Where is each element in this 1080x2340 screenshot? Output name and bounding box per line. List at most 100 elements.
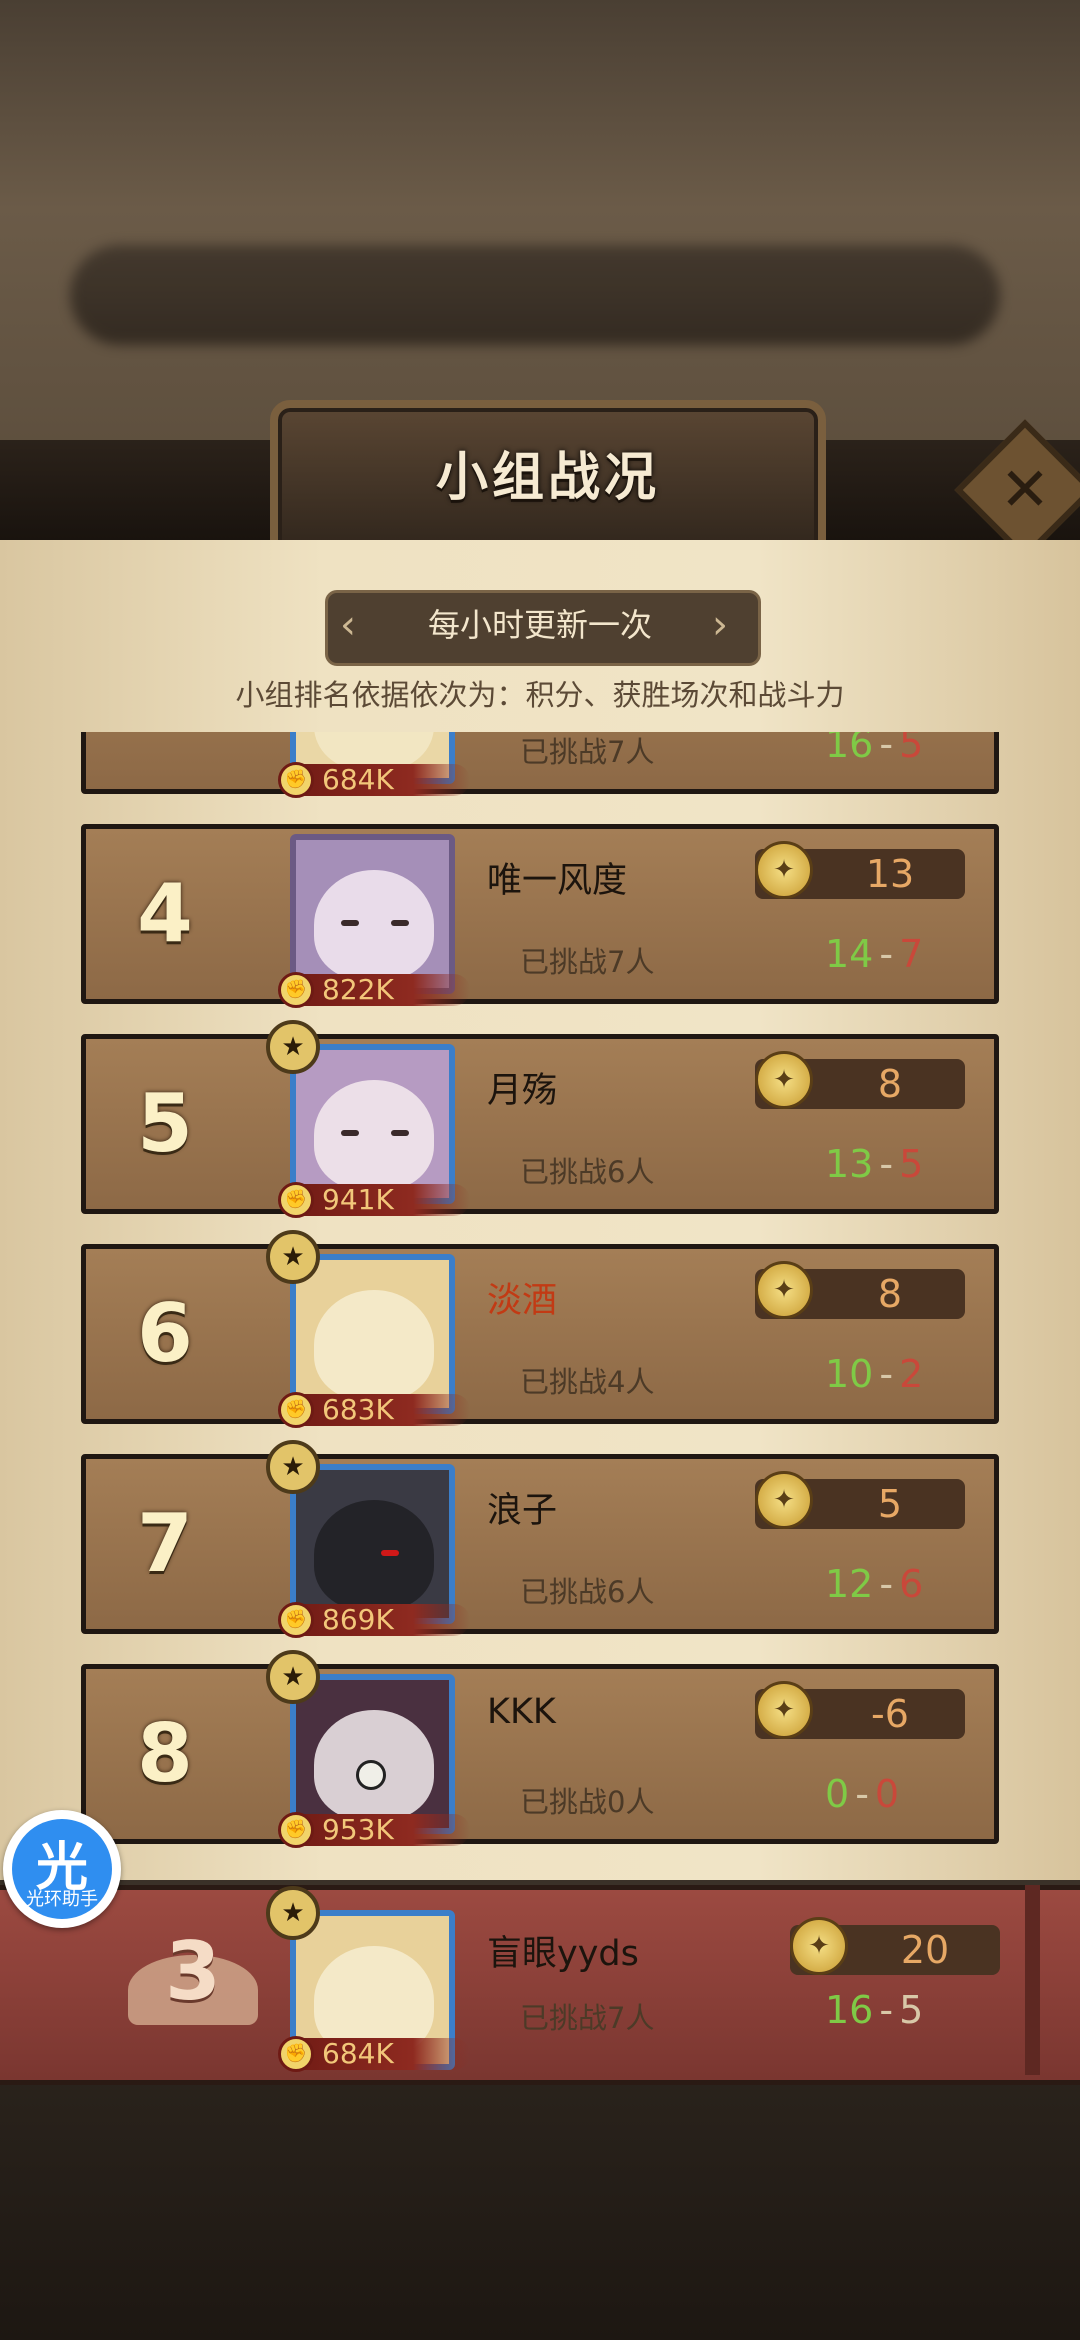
wins: 14 (825, 932, 874, 976)
fist-icon: ✊ (278, 1182, 314, 1218)
fist-icon: ✊ (278, 762, 314, 798)
power-value: 953K (322, 1813, 394, 1846)
separator: - (879, 1142, 894, 1186)
my-row-stripe (1025, 1885, 1040, 2075)
avatar-eye (341, 1130, 359, 1136)
wins: 16 (825, 732, 874, 766)
separator: - (855, 1772, 869, 1816)
player-name: 淡酒 (487, 1281, 558, 1321)
helper-icon[interactable]: 光 光环助手 (12, 1819, 112, 1919)
score-value: 20 (900, 1928, 950, 1972)
floating-helper-button[interactable]: 光 光环助手 (3, 1810, 121, 1928)
medal-icon: ✦ (755, 1471, 813, 1529)
fist-icon: ✊ (278, 1392, 314, 1428)
avatar[interactable] (290, 834, 455, 994)
rank-number: 8 (137, 1707, 193, 1800)
challenged-count: 已挑战6人 (520, 1575, 655, 1609)
avatar-eye (341, 920, 359, 926)
fist-icon: ✊ (278, 1602, 314, 1638)
avatar-eye (391, 1130, 409, 1136)
power-value: 822K (322, 973, 394, 1006)
win-loss: 0-0 (825, 1772, 1005, 1816)
crest-icon: ★ (266, 1230, 320, 1284)
update-note: 每小时更新一次 (427, 606, 652, 644)
losses: 6 (899, 1562, 924, 1606)
score-value: 8 (877, 1272, 903, 1316)
power-badge: ✊ 822K (278, 972, 470, 1008)
win-loss: 10-2 (825, 1352, 1005, 1396)
ranking-rule-note: 小组排名依据依次为：积分、获胜场次和战斗力 (235, 678, 845, 712)
avatar-face (314, 870, 434, 980)
avatar[interactable]: ★ (266, 1650, 455, 1834)
avatar-eye (356, 1760, 386, 1790)
power-badge: ✊ 683K (278, 1392, 470, 1428)
list-item[interactable]: 8 ★ ✊ 953K KKK 已挑战0人 ✦ -6 0-0 (75, 1650, 1005, 1848)
medal-icon: ✦ (755, 841, 813, 899)
wins: 12 (825, 1562, 874, 1606)
crest-icon: ★ (266, 1440, 320, 1494)
separator: - (879, 732, 894, 766)
rank-number: 4 (137, 867, 193, 960)
avatar-eye (391, 920, 409, 926)
list-item[interactable]: 6 ★ ✊ 683K 淡酒 已挑战4人 ✦ 8 10-2 (75, 1230, 1005, 1428)
challenged-count: 已挑战0人 (520, 1785, 655, 1819)
fist-icon: ✊ (278, 2036, 314, 2072)
player-name: KKK (487, 1692, 556, 1732)
list-item[interactable]: 4 ✊ 822K 唯一风度 已挑战7人 ✦ 13 14-7 (75, 824, 1005, 1008)
separator: - (879, 932, 894, 976)
challenged-count: 已挑战7人 (520, 945, 655, 979)
power-badge: ✊ 684K (278, 2036, 470, 2072)
avatar-eye (381, 1550, 399, 1556)
player-name: 浪子 (487, 1491, 558, 1531)
medal-icon: ✦ (755, 1681, 813, 1739)
fist-icon: ✊ (278, 1812, 314, 1848)
power-badge: ✊ 869K (278, 1602, 470, 1638)
crest-icon: ★ (266, 1650, 320, 1704)
power-value: 941K (322, 1183, 394, 1216)
power-badge: ✊ 953K (278, 1812, 470, 1848)
separator: - (879, 1352, 894, 1396)
list-item[interactable]: 7 ★ ✊ 869K 浪子 已挑战6人 ✦ 5 12-6 (75, 1440, 1005, 1638)
player-name: 月殇 (487, 1071, 558, 1111)
separator: - (879, 1988, 894, 2032)
page-title: 小组战况 (435, 448, 660, 508)
power-value: 683K (322, 1393, 394, 1426)
challenged-count: 已挑战7人 (520, 735, 655, 769)
losses: 7 (899, 932, 924, 976)
power-badge: ✊ 941K (278, 1182, 470, 1218)
score-value: 13 (865, 852, 915, 896)
list-item[interactable]: 5 ★ ✊ 941K 月殇 已挑战6人 ✦ 8 13-5 (75, 1020, 1005, 1218)
score-value: 5 (877, 1482, 903, 1526)
avatar[interactable]: ★ (266, 1230, 455, 1414)
win-loss: 14-7 (825, 932, 1005, 976)
win-loss: 13-5 (825, 1142, 1005, 1186)
list-item[interactable]: ✊ 684K 已挑战7人 16-5 (75, 732, 1005, 798)
avatar-face (314, 1500, 434, 1610)
losses: 5 (899, 1988, 924, 2032)
rank-number: 7 (137, 1497, 193, 1590)
wins: 16 (825, 1988, 874, 2032)
power-value: 684K (322, 763, 394, 796)
background-bottom (0, 2070, 1080, 2340)
avatar-face (314, 1290, 434, 1400)
crest-icon: ★ (266, 1020, 320, 1074)
avatar[interactable]: ★ (266, 1020, 455, 1204)
score-value: -6 (871, 1692, 909, 1736)
power-badge: ✊ 684K (278, 762, 470, 798)
my-rank-number: 3 (165, 1925, 221, 2018)
score-value: 8 (877, 1062, 903, 1106)
avatar-face (314, 1080, 434, 1190)
fist-icon: ✊ (278, 972, 314, 1008)
challenged-count: 已挑战6人 (520, 1155, 655, 1189)
losses: 0 (874, 1772, 900, 1816)
challenged-count: 已挑战7人 (520, 2001, 655, 2035)
wins: 13 (825, 1142, 874, 1186)
rank-number: 5 (137, 1077, 193, 1170)
medal-icon: ✦ (755, 1261, 813, 1319)
avatar[interactable]: ★ (266, 1440, 455, 1624)
challenged-count: 已挑战4人 (520, 1365, 655, 1399)
medal-icon: ✦ (790, 1917, 848, 1975)
close-icon[interactable]: ✕ (975, 440, 1075, 540)
win-loss: 16-5 (825, 1988, 1015, 2032)
group-ranking-list[interactable]: ✊ 684K 已挑战7人 16-5 4 ✊ 822K 唯一风度 已挑战7人 ✦ … (75, 732, 1005, 1852)
